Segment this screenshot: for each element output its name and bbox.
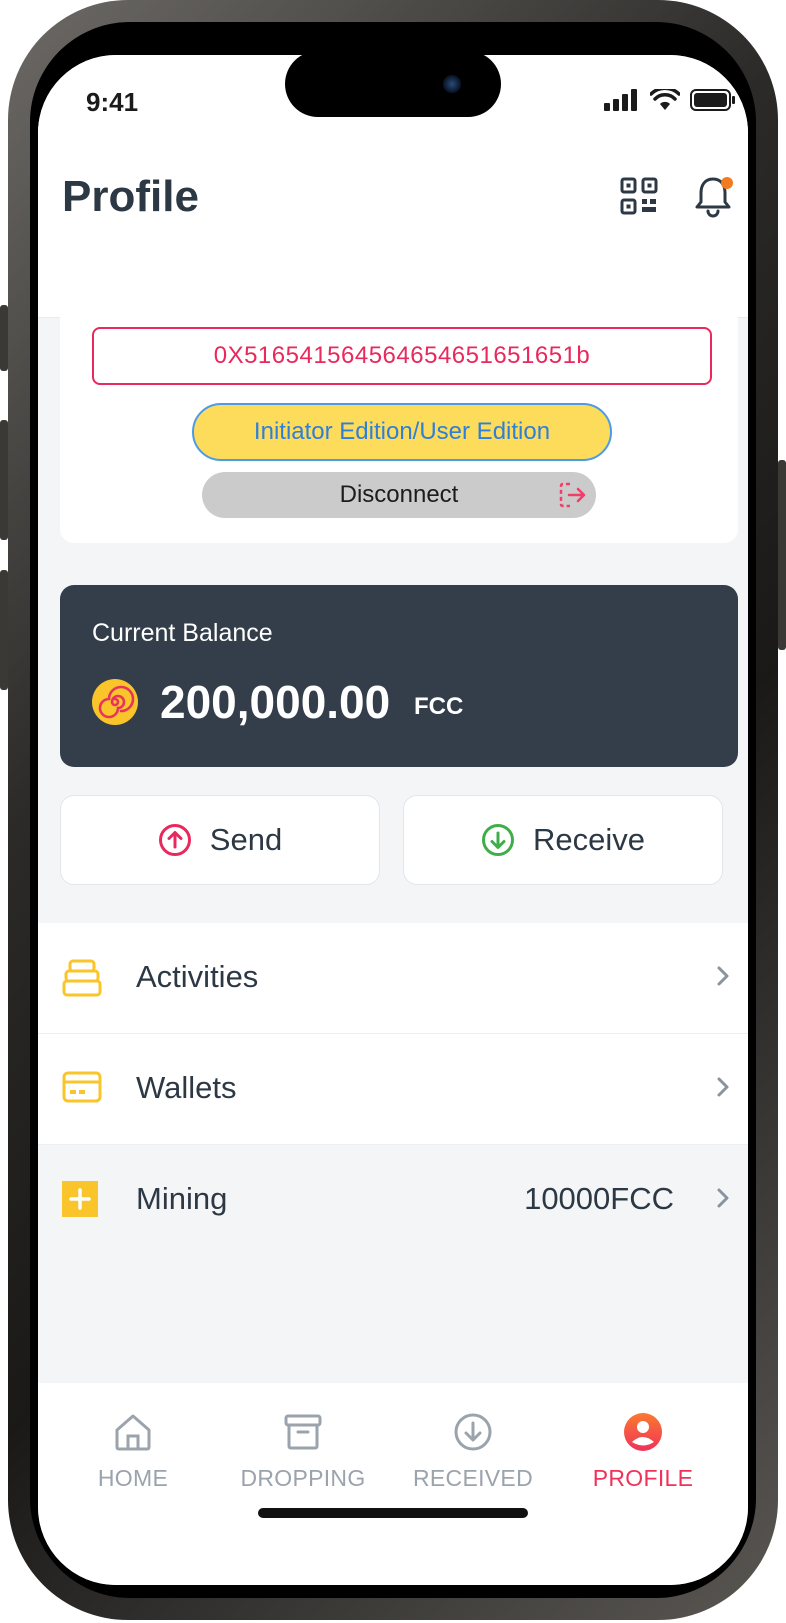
- account-card: 0X516541564564654651651651b Initiator Ed…: [60, 295, 738, 543]
- status-time: 9:41: [86, 87, 139, 117]
- arrow-down-circle-icon: [482, 824, 514, 856]
- status-icons: [604, 89, 736, 111]
- menu-label-mining: Mining: [136, 1181, 228, 1216]
- receive-label: Receive: [533, 822, 645, 857]
- chevron-right-icon: [717, 966, 729, 986]
- tab-profile[interactable]: PROFILE: [558, 1411, 728, 1492]
- menu-item-activities[interactable]: Activities: [38, 923, 748, 1034]
- disconnect-button[interactable]: Disconnect: [202, 472, 596, 518]
- battery-icon: [690, 89, 735, 111]
- chevron-right-icon: [717, 1188, 729, 1208]
- send-label: Send: [209, 822, 283, 857]
- chevron-right-icon: [717, 1077, 729, 1097]
- mining-value: 10000FCC: [524, 1181, 674, 1216]
- tab-received[interactable]: RECEIVED: [388, 1411, 558, 1492]
- send-button[interactable]: Send: [60, 795, 380, 885]
- bottom-tab-bar: HOME DROPPING RECEIVED PROFILE: [38, 1383, 748, 1585]
- power-button: [778, 460, 786, 650]
- tab-label-received: RECEIVED: [413, 1465, 533, 1491]
- qr-code-icon[interactable]: [620, 177, 658, 215]
- menu-item-mining[interactable]: Mining 10000FCC: [38, 1145, 748, 1255]
- plus-square-icon: [62, 1181, 98, 1217]
- profile-menu: Activities Wallets Mining 10000FCC: [38, 923, 748, 1255]
- notification-bell-icon[interactable]: [694, 175, 736, 219]
- menu-item-wallets[interactable]: Wallets: [38, 1034, 748, 1145]
- receive-button[interactable]: Receive: [403, 795, 723, 885]
- menu-label-activities: Activities: [136, 959, 259, 994]
- volume-up-button: [0, 420, 8, 540]
- arrow-up-circle-icon: [158, 824, 191, 856]
- archive-icon: [284, 1414, 322, 1450]
- download-circle-icon: [454, 1413, 492, 1451]
- signal-icon: [604, 89, 637, 111]
- balance-unit: FCC: [414, 693, 464, 720]
- mute-switch: [0, 305, 8, 371]
- page-title: Profile: [62, 172, 199, 221]
- tab-home[interactable]: HOME: [48, 1411, 218, 1492]
- balance-amount: 200,000.00: [160, 676, 391, 728]
- tab-label-profile: PROFILE: [592, 1465, 694, 1491]
- screen: 9:41 Profile 0X516541564564654651651651b…: [38, 55, 748, 1585]
- menu-label-wallets: Wallets: [136, 1070, 237, 1105]
- balance-card: Current Balance 200,000.00 FCC: [60, 585, 738, 767]
- disconnect-label: Disconnect: [339, 481, 459, 508]
- wifi-icon: [650, 89, 680, 110]
- user-circle-icon: [624, 1413, 662, 1451]
- volume-down-button: [0, 570, 8, 690]
- page-header: Profile: [38, 155, 748, 318]
- tab-label-dropping: DROPPING: [240, 1465, 366, 1491]
- camera-icon: [443, 75, 461, 93]
- logout-icon: [559, 482, 586, 508]
- tab-dropping[interactable]: DROPPING: [218, 1411, 388, 1492]
- tab-label-home: HOME: [97, 1465, 169, 1491]
- home-icon: [115, 1414, 151, 1451]
- balance-label: Current Balance: [92, 619, 273, 647]
- wallet-address[interactable]: 0X516541564564654651651651b: [92, 327, 712, 385]
- edition-toggle-button[interactable]: Initiator Edition/User Edition: [192, 403, 612, 461]
- dynamic-island: [285, 55, 501, 117]
- home-indicator: [258, 1508, 528, 1518]
- coin-icon: [92, 679, 138, 725]
- card-icon: [62, 1071, 102, 1103]
- box-stack-icon: [62, 959, 102, 997]
